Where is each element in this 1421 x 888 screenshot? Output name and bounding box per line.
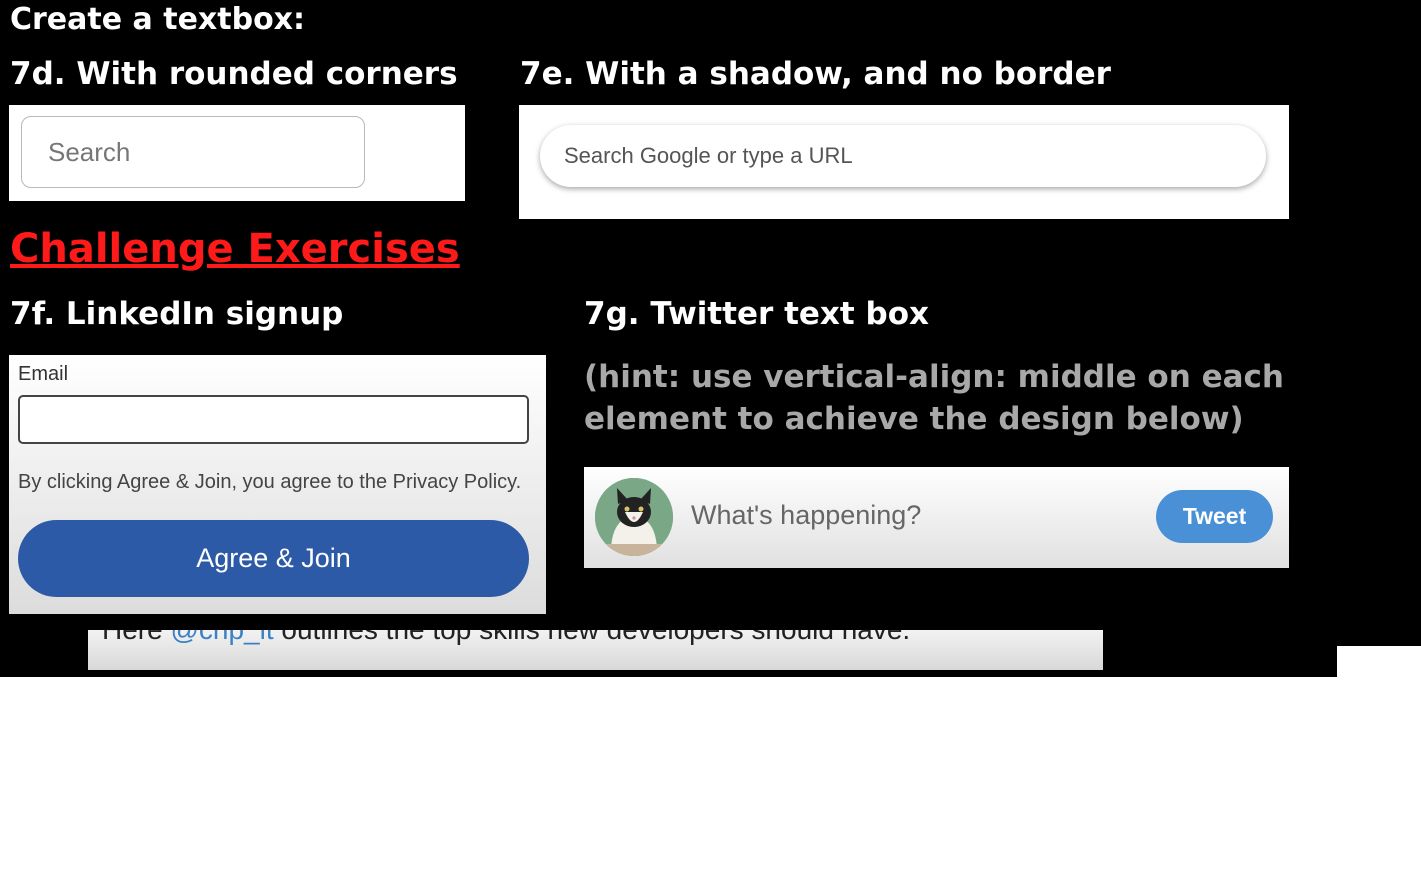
email-field[interactable] bbox=[18, 395, 529, 444]
cat-avatar-icon bbox=[595, 478, 673, 556]
heading-7d: 7d. With rounded corners bbox=[10, 56, 458, 92]
caption-suffix: outlines the top skills new developers s… bbox=[274, 630, 910, 645]
caption-prefix: Here bbox=[102, 630, 170, 645]
caption-strip: Here @chp_it outlines the top skills new… bbox=[88, 630, 1103, 670]
tweet-button[interactable]: Tweet bbox=[1156, 490, 1273, 543]
slide: Create a textbox: 7d. With rounded corne… bbox=[0, 0, 1421, 677]
tweet-input[interactable]: What's happening? bbox=[691, 500, 921, 531]
twitter-box-panel: What's happening? Tweet bbox=[584, 467, 1289, 568]
caption-text: Here @chp_it outlines the top skills new… bbox=[102, 630, 910, 646]
heading-7g: 7g. Twitter text box bbox=[584, 296, 930, 332]
shadow-search-input[interactable]: Search Google or type a URL bbox=[540, 125, 1266, 187]
rounded-search-input[interactable]: Search bbox=[21, 116, 365, 188]
linkedin-signup-panel: Email By clicking Agree & Join, you agre… bbox=[9, 355, 546, 614]
corner-block bbox=[1337, 646, 1421, 677]
heading-7e: 7e. With a shadow, and no border bbox=[520, 56, 1111, 92]
panel-7d: Search bbox=[9, 105, 465, 201]
heading-7f: 7f. LinkedIn signup bbox=[10, 296, 344, 332]
slide-title: Create a textbox: bbox=[10, 2, 306, 37]
panel-7e: Search Google or type a URL bbox=[519, 105, 1289, 219]
email-label: Email bbox=[18, 363, 69, 385]
hint-text: (hint: use vertical-align: middle on eac… bbox=[584, 359, 1284, 437]
privacy-policy-text: By clicking Agree & Join, you agree to t… bbox=[18, 471, 522, 493]
challenge-heading: Challenge Exercises bbox=[10, 226, 460, 272]
caption-mention-link[interactable]: @chp_it bbox=[170, 630, 273, 645]
agree-join-button[interactable]: Agree & Join bbox=[18, 520, 529, 597]
